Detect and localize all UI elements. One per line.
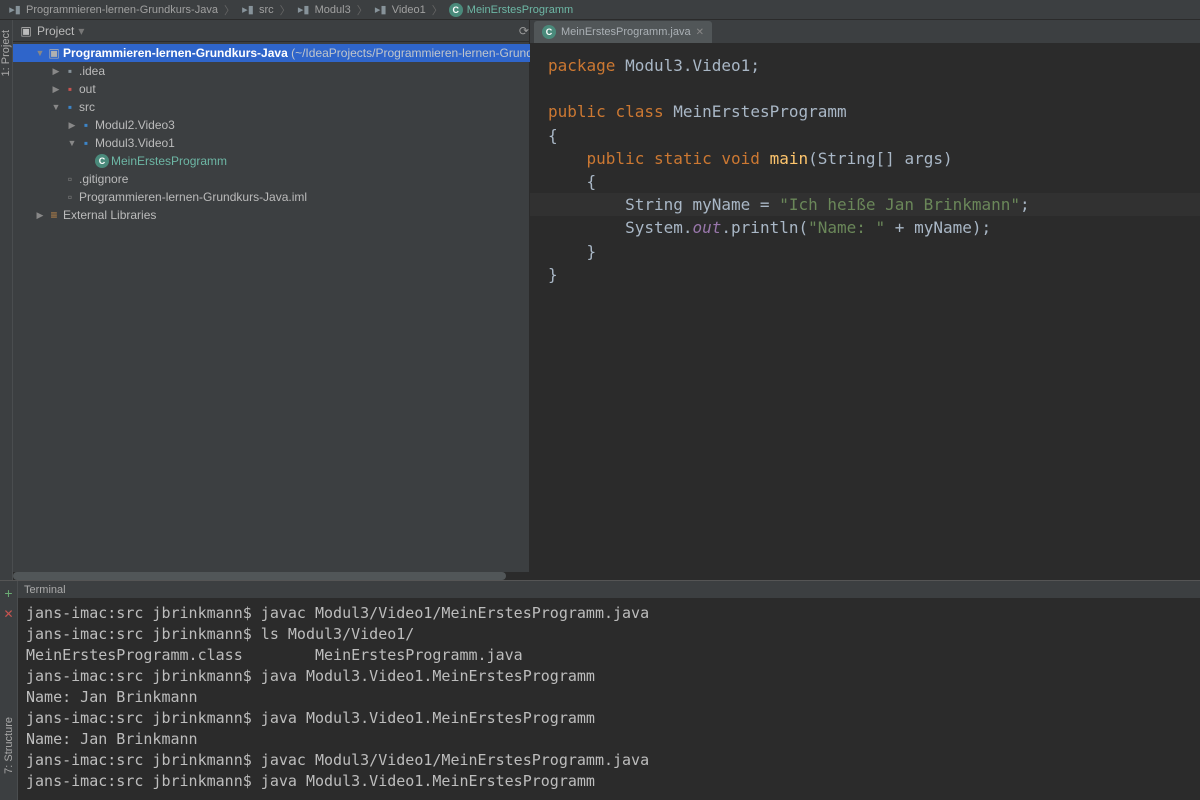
breadcrumb-modul3[interactable]: ▸▮ Modul3 xyxy=(297,3,351,17)
new-session-icon[interactable]: + xyxy=(4,585,12,601)
tree-node-src[interactable]: ▼▪src xyxy=(13,98,593,116)
breadcrumb-label: Modul3 xyxy=(315,4,351,16)
folder-icon: ▪ xyxy=(63,64,77,78)
tree-node-external-libraries[interactable]: ▶≡External Libraries xyxy=(13,206,593,224)
folder-icon: ▸▮ xyxy=(241,3,255,17)
tree-label: External Libraries xyxy=(63,208,156,222)
tree-root[interactable]: ▼▣ Programmieren-lernen-Grundkurs-Java (… xyxy=(13,44,593,62)
project-toolbar-label: Project xyxy=(37,24,74,38)
structure-tool-tab[interactable]: 7: Structure xyxy=(3,717,15,774)
library-icon: ≡ xyxy=(47,208,61,222)
breadcrumb-label: MeinErstesProgramm xyxy=(467,4,573,16)
tree-label: MeinErstesProgramm xyxy=(111,154,227,168)
file-icon: ▫ xyxy=(63,172,77,186)
tree-twisty-icon[interactable]: ▶ xyxy=(49,66,63,77)
tool-window-stripe-left: 1: Project xyxy=(0,20,13,580)
breadcrumb-video1[interactable]: ▸▮ Video1 xyxy=(374,3,426,17)
package-icon: ▪ xyxy=(79,118,93,132)
tree-node--gitignore[interactable]: ▫.gitignore xyxy=(13,170,593,188)
package-icon: ▪ xyxy=(79,136,93,150)
project-icon: ▸▮ xyxy=(8,3,22,17)
tree-node-out[interactable]: ▶▪out xyxy=(13,80,593,98)
package-icon: ▪ xyxy=(63,100,77,114)
tree-node-programmieren-lernen-grundkurs-java-iml[interactable]: ▫Programmieren-lernen-Grundkurs-Java.iml xyxy=(13,188,593,206)
project-scrollbar[interactable] xyxy=(13,572,593,580)
breadcrumb: ▸▮Programmieren-lernen-Grundkurs-Java〉▸▮… xyxy=(0,0,1200,20)
tab-label: MeinErstesProgramm.java xyxy=(561,26,691,38)
tree-twisty-icon[interactable]: ▶ xyxy=(33,210,47,221)
tab-main-file[interactable]: C MeinErstesProgramm.java ✕ xyxy=(534,21,712,43)
tree-twisty-icon[interactable]: ▶ xyxy=(49,84,63,95)
tree-label: src xyxy=(79,100,95,114)
breadcrumb-label: src xyxy=(259,4,274,16)
editor-tabs: C MeinErstesProgramm.java ✕ xyxy=(530,20,1200,44)
tree-label: Programmieren-lernen-Grundkurs-Java.iml xyxy=(79,190,307,204)
file-icon: ▫ xyxy=(63,190,77,204)
project-tree[interactable]: ▼▣ Programmieren-lernen-Grundkurs-Java (… xyxy=(13,42,593,572)
terminal-output[interactable]: jans-imac:src jbrinkmann$ javac Modul3/V… xyxy=(18,599,1200,800)
class-icon: C xyxy=(449,3,463,17)
folder-icon: ▸▮ xyxy=(297,3,311,17)
tree-label: Modul3.Video1 xyxy=(95,136,175,150)
project-icon: ▣ xyxy=(47,46,61,60)
folder-icon: ▪ xyxy=(63,82,77,96)
close-icon[interactable]: ✕ xyxy=(696,27,704,38)
breadcrumb-label: Programmieren-lernen-Grundkurs-Java xyxy=(26,4,218,16)
breadcrumb-src[interactable]: ▸▮ src xyxy=(241,3,274,17)
code-editor[interactable]: package Modul3.Video1; public class Mein… xyxy=(530,44,1200,580)
tree-label: out xyxy=(79,82,96,96)
breadcrumb-label: Video1 xyxy=(392,4,426,16)
tree-node-modul3-video1[interactable]: ▼▪Modul3.Video1 xyxy=(13,134,593,152)
breadcrumb-meinerstesprogramm[interactable]: C MeinErstesProgramm xyxy=(449,3,573,17)
class-icon: C xyxy=(542,25,556,39)
close-session-icon[interactable]: ✕ xyxy=(3,607,13,621)
tree-node-meinerstesprogramm[interactable]: CMeinErstesProgramm xyxy=(13,152,593,170)
class-icon: C xyxy=(95,154,109,168)
folder-icon: ▸▮ xyxy=(374,3,388,17)
project-view-icon: ▣ xyxy=(19,24,33,38)
tree-label: .idea xyxy=(79,64,105,78)
tree-label: Modul2.Video3 xyxy=(95,118,175,132)
project-toolbar: ▣Project ▾ ⟳ ⇲ ✳ ↦ xyxy=(13,20,593,42)
tree-twisty-icon[interactable]: ▼ xyxy=(65,138,79,148)
terminal-gutter: + ✕ 7: Structure xyxy=(0,581,18,800)
tree-twisty-icon[interactable]: ▼ xyxy=(49,102,63,112)
tree-twisty-icon[interactable]: ▶ xyxy=(65,120,79,131)
terminal-title: Terminal xyxy=(18,581,1200,599)
breadcrumb-programmieren-lernen-grundkurs-java[interactable]: ▸▮ Programmieren-lernen-Grundkurs-Java xyxy=(8,3,218,17)
tree-node--idea[interactable]: ▶▪.idea xyxy=(13,62,593,80)
project-tool-tab[interactable]: 1: Project xyxy=(0,30,12,76)
tree-node-modul2-video3[interactable]: ▶▪Modul2.Video3 xyxy=(13,116,593,134)
tree-label: .gitignore xyxy=(79,172,128,186)
